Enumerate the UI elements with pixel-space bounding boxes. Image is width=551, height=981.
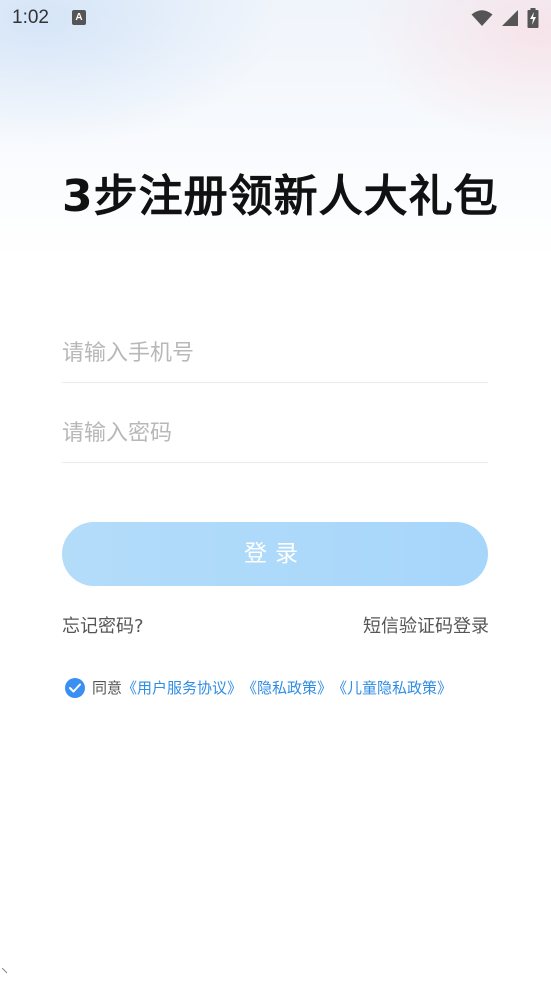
password-input[interactable] (62, 416, 488, 450)
wifi-icon (471, 9, 493, 31)
corner-mark-icon (2, 968, 8, 974)
password-field (62, 402, 488, 463)
agreement-prefix: 同意 (92, 679, 123, 697)
agreement-row: 同意 《用户服务协议》 《隐私政策》 《儿童隐私政策》 (65, 677, 452, 698)
notification-a-icon: A (72, 10, 86, 25)
sms-login-link[interactable]: 短信验证码登录 (363, 612, 489, 638)
phone-input[interactable] (62, 336, 488, 370)
battery-charging-icon (527, 8, 539, 32)
login-button[interactable]: 登录 (62, 522, 488, 586)
signal-icon (501, 9, 519, 31)
user-agreement-link[interactable]: 《用户服务协议》 (122, 677, 242, 698)
status-bar: 1:02 A (0, 0, 551, 38)
agreement-checkbox[interactable] (65, 677, 85, 698)
page-title: 3步注册领新人大礼包 (62, 171, 499, 222)
phone-field (62, 322, 488, 383)
forgot-password-link[interactable]: 忘记密码? (62, 612, 144, 638)
status-time: 1:02 (12, 7, 49, 28)
check-icon (69, 683, 81, 692)
status-icons (471, 8, 539, 32)
privacy-policy-link[interactable]: 《隐私政策》 (242, 677, 332, 698)
child-privacy-policy-link[interactable]: 《儿童隐私政策》 (332, 677, 452, 698)
